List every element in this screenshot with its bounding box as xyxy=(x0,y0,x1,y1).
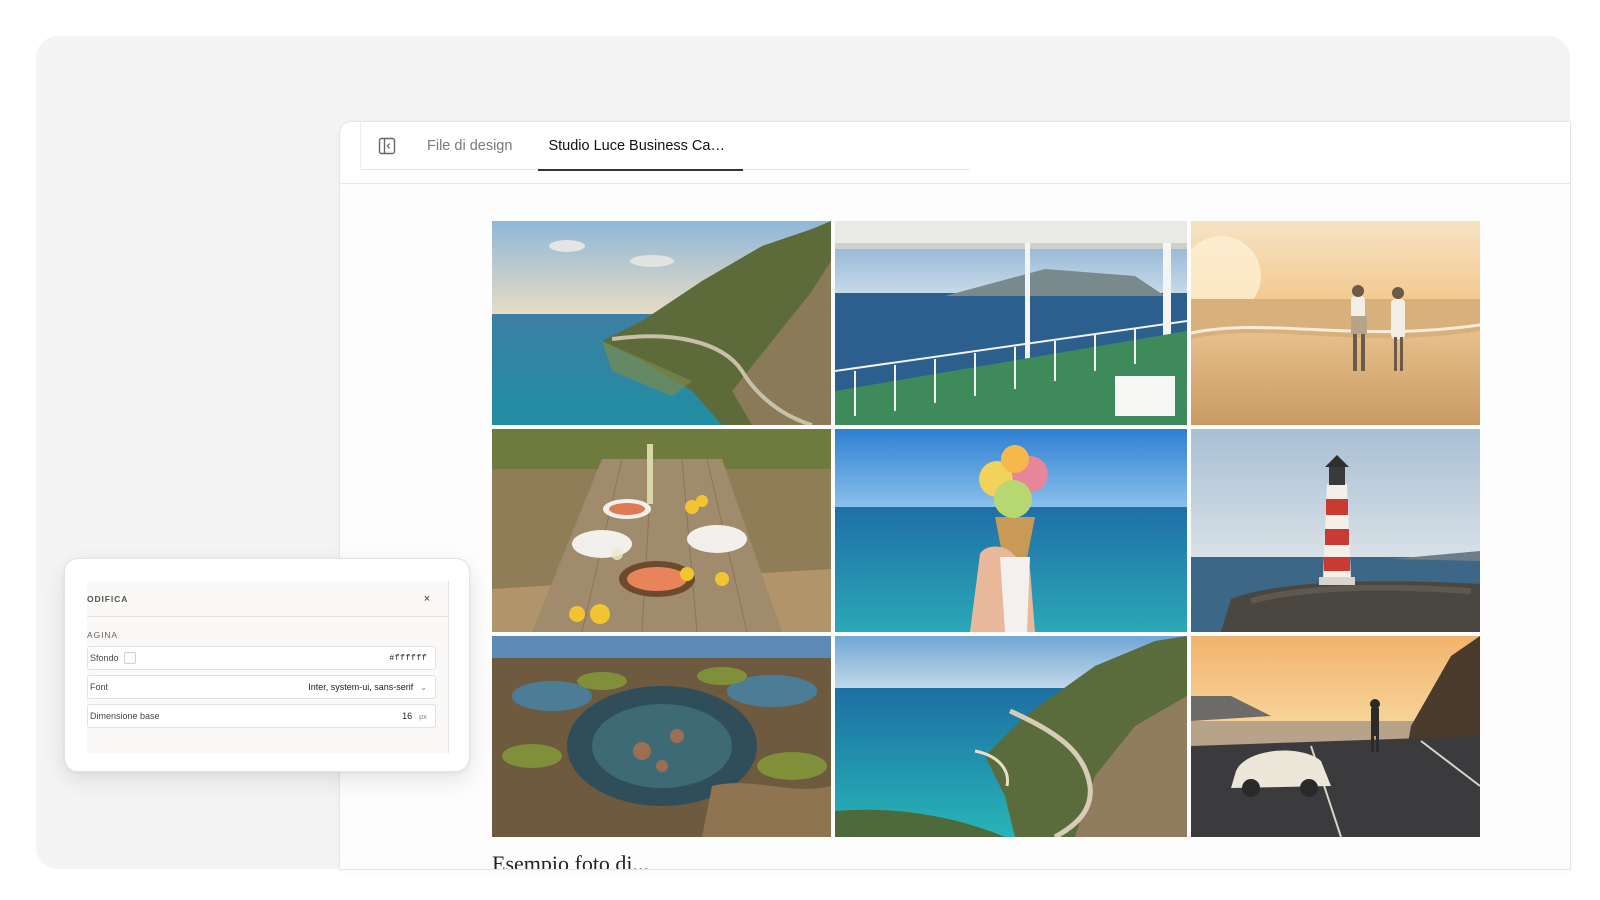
base-size-label: Dimensione base xyxy=(90,711,160,721)
gallery-photo-beach-couple[interactable] xyxy=(1191,221,1480,425)
photo-gallery xyxy=(492,221,1480,837)
base-size-value: 16 xyxy=(402,711,413,721)
gallery-photo-ferry-deck[interactable] xyxy=(835,221,1187,425)
edit-panel-card: ODIFICA × AGINA Sfondo #ffffff Font Inte… xyxy=(64,558,470,772)
gallery-photo-seafood-table[interactable] xyxy=(492,429,831,632)
gallery-photo-coast-road[interactable] xyxy=(835,636,1187,837)
background-color-swatch[interactable] xyxy=(123,652,136,664)
font-value: Inter, system-ui, sans-serif xyxy=(308,682,414,692)
edit-panel-header: ODIFICA × xyxy=(87,581,448,617)
sidebar-toggle-button[interactable] xyxy=(365,122,409,170)
background-field[interactable]: Sfondo #ffffff xyxy=(87,646,436,670)
font-field[interactable]: Font Inter, system-ui, sans-serif ⌄ xyxy=(87,675,436,699)
background-value: #ffffff xyxy=(389,653,427,663)
close-button[interactable]: × xyxy=(420,593,434,605)
gallery-photo-vintage-car-sunset[interactable] xyxy=(1191,636,1480,837)
background-label: Sfondo xyxy=(90,653,119,663)
sidebar-toggle-icon xyxy=(378,137,396,154)
chevron-down-icon: ⌄ xyxy=(420,682,427,692)
edit-panel-title: ODIFICA xyxy=(87,593,129,604)
tab-studio-luce-business-card[interactable]: Studio Luce Business Ca… xyxy=(530,122,743,171)
tab-bar: File di design Studio Luce Business Ca… xyxy=(340,122,1570,184)
tab-design-files[interactable]: File di design xyxy=(409,122,530,170)
page-section-label: AGINA xyxy=(87,630,118,640)
tab-strip: File di design Studio Luce Business Ca… xyxy=(360,122,970,171)
edit-panel: ODIFICA × AGINA Sfondo #ffffff Font Inte… xyxy=(87,581,449,753)
gallery-caption: Esempio foto di... xyxy=(492,851,650,869)
base-size-unit: px xyxy=(419,711,427,721)
gallery-photo-coastal-cliff[interactable] xyxy=(492,221,831,425)
app-window: File di design Studio Luce Business Ca… xyxy=(340,122,1570,869)
gallery-photo-gelato-cone[interactable] xyxy=(835,429,1187,632)
base-size-field[interactable]: Dimensione base 16 px xyxy=(87,704,436,728)
gallery-photo-tide-pools[interactable] xyxy=(492,636,831,837)
design-canvas: Esempio foto di... xyxy=(340,185,1570,869)
font-label: Font xyxy=(90,682,109,692)
gallery-photo-lighthouse[interactable] xyxy=(1191,429,1480,632)
